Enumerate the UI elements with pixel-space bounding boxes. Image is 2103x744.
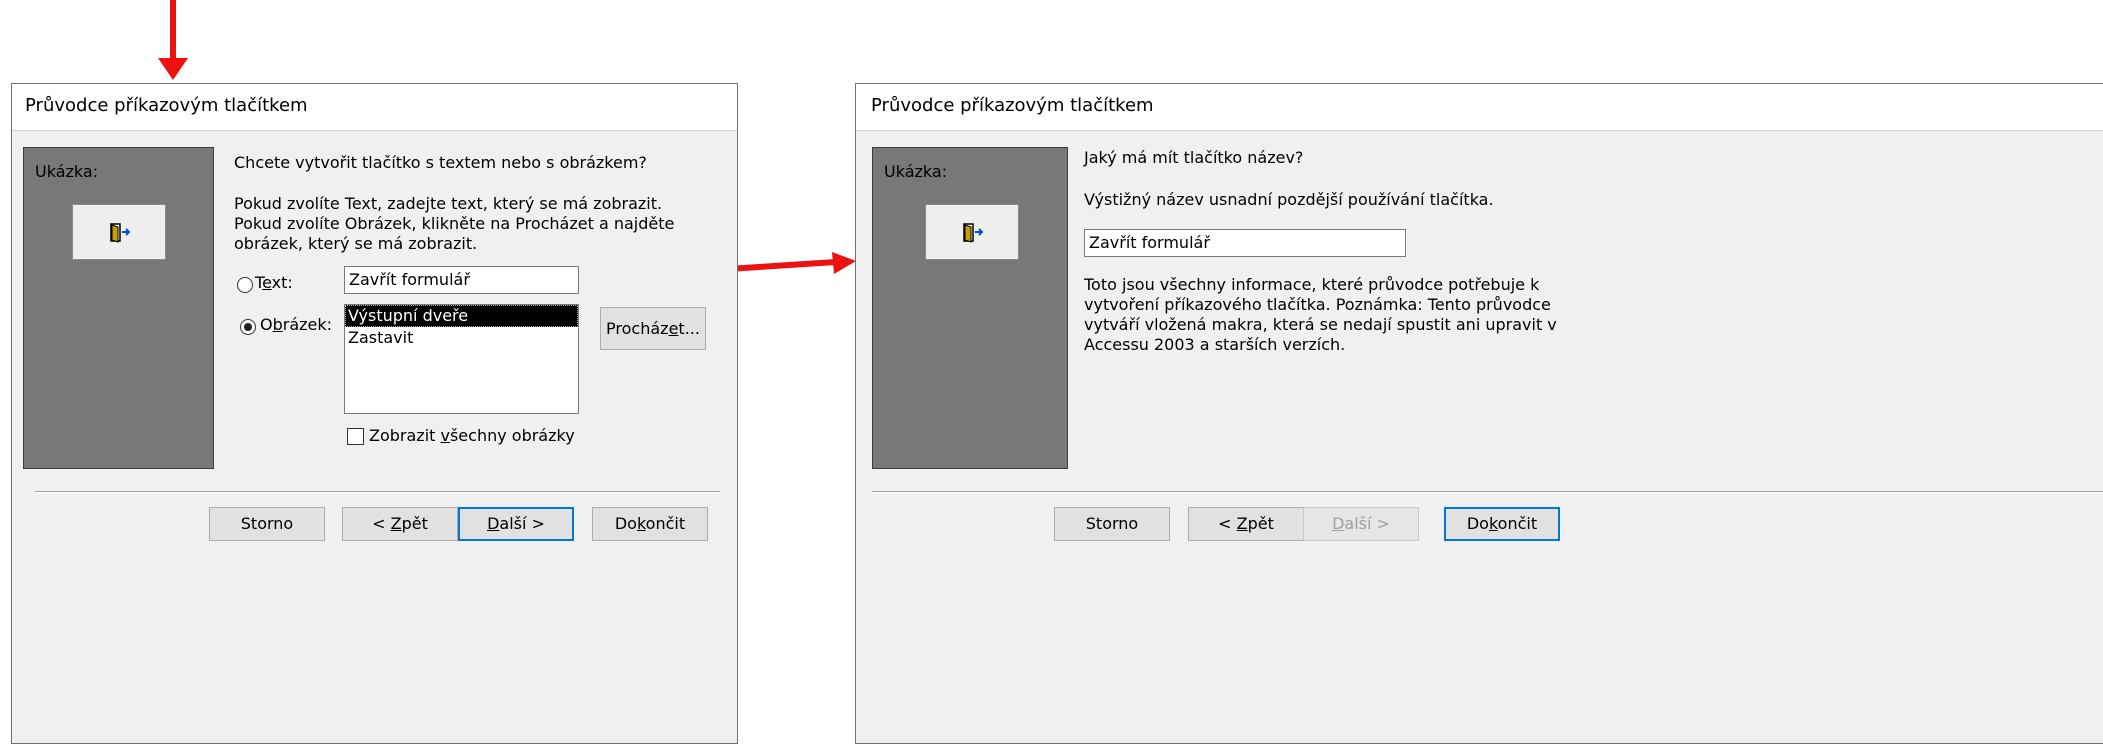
picture-radio-label: Obrázek: — [260, 315, 333, 334]
picture-radio[interactable] — [240, 319, 256, 335]
next-button[interactable]: Další > — [458, 507, 574, 541]
divider — [35, 491, 720, 493]
cancel-button[interactable]: Storno — [1054, 507, 1170, 541]
title-bar: Průvodce příkazovým tlačítkem — [12, 84, 737, 131]
annotation-arrow-down — [158, 0, 188, 80]
instructions-text: Pokud zvolíte Text, zadejte text, který … — [234, 194, 675, 253]
dialog-title: Průvodce příkazovým tlačítkem — [25, 95, 308, 116]
info-text: Toto jsou všechny informace, které průvo… — [1084, 275, 1557, 354]
text-radio-label: Text: — [255, 273, 293, 292]
question-text: Jaký má mít tlačítko název? — [1084, 148, 1304, 167]
list-item[interactable]: Výstupní dveře — [345, 305, 578, 327]
show-all-pictures-label: Zobrazit všechny obrázky — [369, 426, 575, 445]
annotation-arrow-right — [728, 252, 856, 274]
command-button-wizard-step-name: Průvodce příkazovým tlačítkem Ukázka: Ja… — [855, 83, 2103, 744]
list-item[interactable]: Zastavit — [345, 327, 578, 349]
sample-button — [925, 204, 1019, 260]
preview-label: Ukázka: — [35, 162, 99, 181]
command-button-wizard-step-picture: Průvodce příkazovým tlačítkem Ukázka: Ch… — [11, 83, 738, 744]
exit-door-icon — [963, 223, 984, 243]
text-radio[interactable] — [237, 277, 253, 293]
title-bar: Průvodce příkazovým tlačítkem — [856, 84, 2103, 131]
question-text: Chcete vytvořit tlačítko s textem nebo s… — [234, 153, 647, 172]
picture-listbox[interactable]: Výstupní dveře Zastavit — [344, 304, 579, 414]
preview-panel: Ukázka: — [23, 147, 214, 469]
back-button[interactable]: < Zpět — [1188, 507, 1304, 541]
browse-button[interactable]: Procházet... — [600, 307, 706, 350]
hint-text: Výstižný název usnadní pozdější používán… — [1084, 190, 1494, 209]
dialog-title: Průvodce příkazovým tlačítkem — [871, 95, 1154, 116]
divider — [872, 491, 2103, 493]
preview-label: Ukázka: — [884, 162, 948, 181]
button-name-input[interactable]: Zavřít formulář — [1084, 229, 1406, 257]
back-button[interactable]: < Zpět — [342, 507, 458, 541]
preview-panel: Ukázka: — [872, 147, 1068, 469]
sample-button — [72, 204, 166, 260]
show-all-pictures-checkbox[interactable] — [347, 428, 364, 445]
exit-door-icon — [110, 223, 131, 243]
cancel-button[interactable]: Storno — [209, 507, 325, 541]
button-text-input[interactable]: Zavřít formulář — [344, 266, 579, 294]
next-button: Další > — [1303, 507, 1419, 541]
finish-button[interactable]: Dokončit — [1444, 507, 1560, 541]
finish-button[interactable]: Dokončit — [592, 507, 708, 541]
